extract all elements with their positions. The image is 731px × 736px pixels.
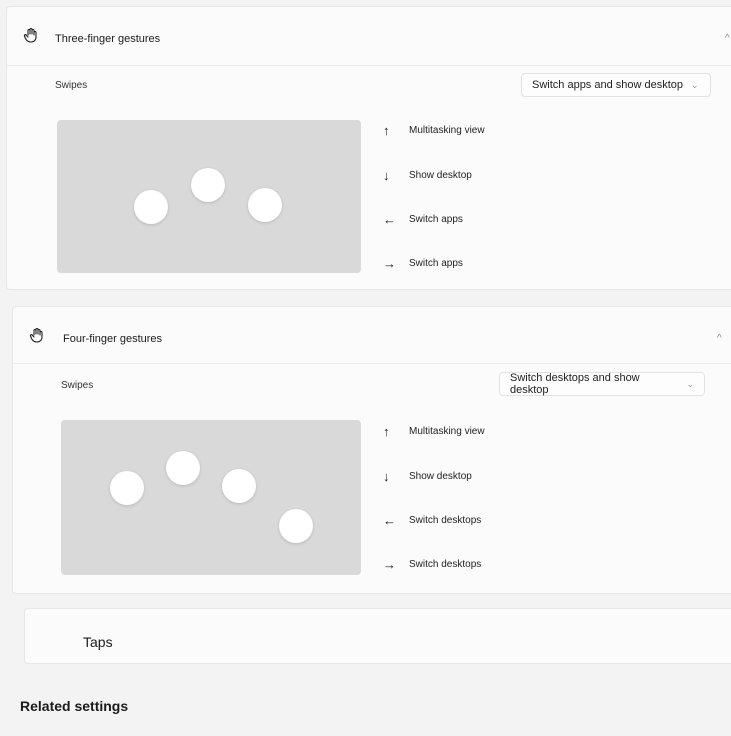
arrow-right-icon: → [383, 557, 396, 572]
swipes-label: Swipes [61, 380, 94, 391]
four-finger-title: Four-finger gestures [63, 333, 163, 345]
gesture-swipe-down: ↓ Show desktop [383, 469, 472, 484]
finger-dot [110, 471, 144, 505]
finger-dot [279, 509, 313, 543]
gesture-swipe-right: → Switch desktops [383, 557, 481, 572]
gesture-swipe-down: ↓ Show desktop [383, 168, 472, 183]
arrow-down-icon: ↓ [383, 168, 390, 183]
gesture-label: Show desktop [409, 471, 472, 482]
finger-dot [134, 190, 168, 224]
three-finger-title: Three-finger gestures [55, 33, 161, 45]
dropdown-value: Switch desktops and show desktop [510, 372, 640, 396]
finger-dot [222, 469, 256, 503]
chevron-up-icon[interactable]: ^ [725, 33, 730, 44]
gesture-swipe-up: ↑ Multitasking view [383, 123, 485, 138]
gesture-swipe-left: ← Switch apps [383, 212, 463, 227]
arrow-right-icon: → [383, 256, 396, 271]
gesture-swipe-up: ↑ Multitasking view [383, 424, 485, 439]
divider [7, 65, 731, 66]
three-finger-gestures-card: Three-finger gestures ^ Swipes Switch ap… [6, 6, 731, 290]
gesture-label: Switch desktops [409, 559, 482, 570]
related-settings-heading: Related settings [20, 698, 129, 714]
arrow-left-icon: ← [383, 212, 396, 227]
taps-label: Taps [83, 634, 113, 650]
gesture-swipe-right: → Switch apps [383, 256, 463, 271]
chevron-down-icon: ⌄ [686, 378, 694, 389]
swipes-label: Swipes [55, 80, 88, 91]
arrow-left-icon: ← [383, 513, 396, 528]
gesture-label: Multitasking view [409, 426, 485, 437]
gesture-label: Show desktop [409, 170, 472, 181]
three-finger-swipes-dropdown[interactable]: Switch apps and show desktop ⌄ [521, 73, 711, 97]
finger-dot [191, 168, 225, 202]
three-finger-illustration [57, 120, 361, 273]
chevron-up-icon[interactable]: ^ [717, 333, 722, 344]
four-finger-header[interactable]: Four-finger gestures ^ [13, 307, 731, 363]
dropdown-value: Switch apps and show desktop [532, 79, 684, 91]
gesture-label: Switch apps [409, 214, 463, 225]
hand-icon [23, 27, 37, 43]
finger-dot [248, 188, 282, 222]
arrow-up-icon: ↑ [383, 424, 390, 439]
divider [13, 363, 731, 364]
finger-dot [166, 451, 200, 485]
gesture-label: Multitasking view [409, 125, 485, 136]
arrow-up-icon: ↑ [383, 123, 390, 138]
chevron-down-icon: ⌄ [691, 79, 699, 90]
three-finger-header[interactable]: Three-finger gestures ^ [7, 7, 731, 65]
hand-icon [29, 327, 43, 343]
four-finger-illustration [61, 420, 361, 575]
four-finger-gestures-card: Four-finger gestures ^ Swipes Switch des… [12, 306, 731, 594]
gesture-label: Switch apps [409, 258, 463, 269]
four-finger-swipes-dropdown[interactable]: Switch desktops and show desktop ⌄ [499, 372, 705, 396]
gesture-swipe-left: ← Switch desktops [383, 513, 481, 528]
taps-row[interactable]: Taps [24, 608, 731, 664]
arrow-down-icon: ↓ [383, 469, 390, 484]
gesture-label: Switch desktops [409, 515, 482, 526]
